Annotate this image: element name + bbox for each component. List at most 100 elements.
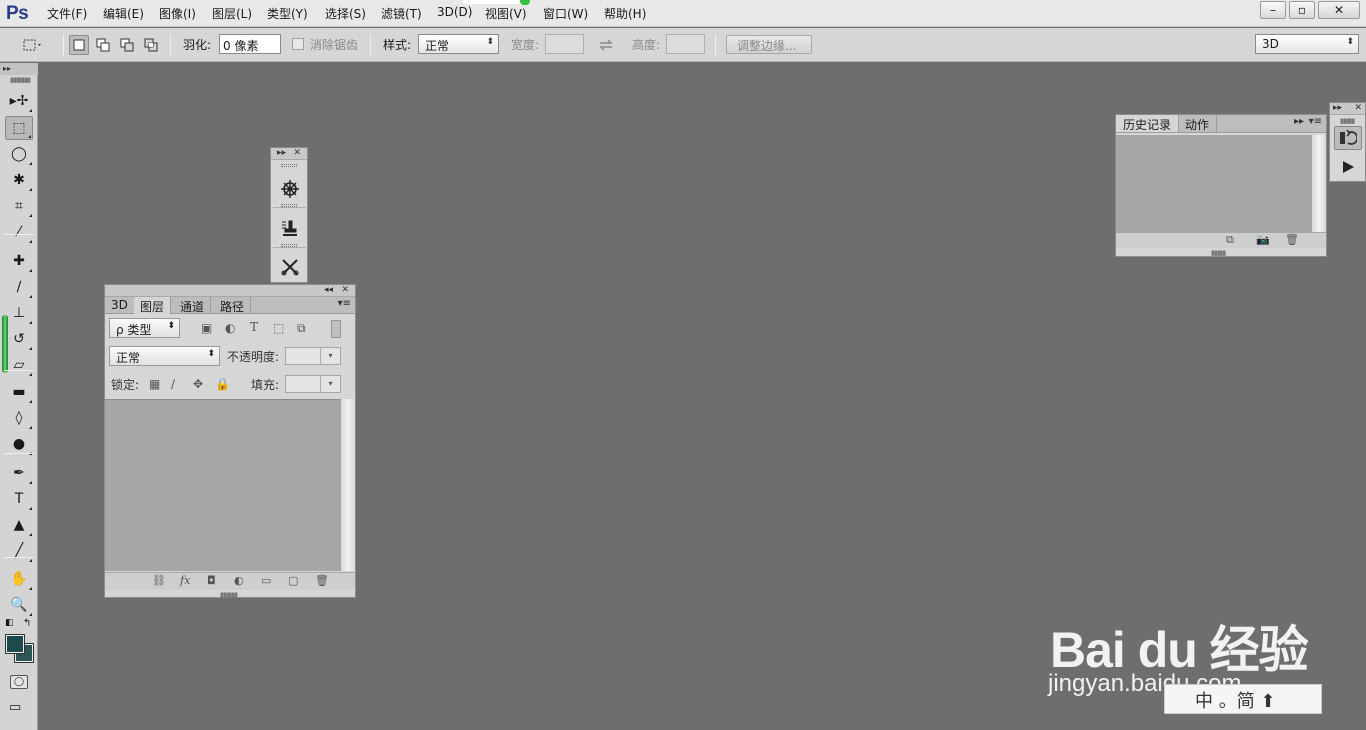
history-brush-tool[interactable]: ↺ — [5, 327, 33, 351]
toolbar-collapse-icon[interactable]: ▸▸ — [0, 63, 38, 75]
pen-tool[interactable]: ✒ — [5, 461, 33, 485]
type-tool[interactable]: T — [5, 487, 33, 511]
tab-paths[interactable]: 路径 — [214, 297, 252, 314]
minimize-button[interactable]: – — [1260, 1, 1286, 19]
tool-preset-picker[interactable] — [22, 35, 42, 55]
actions-dock-button[interactable] — [1334, 155, 1362, 179]
antialias-checkbox[interactable] — [292, 38, 304, 50]
move-tool[interactable]: ▸✢ — [5, 89, 33, 113]
menu-select[interactable]: 选择(S) — [325, 5, 366, 22]
screen-mode-button[interactable]: ▭ — [9, 701, 29, 715]
fx-icon[interactable]: fx — [180, 574, 190, 587]
hand-tool[interactable]: ✋ — [5, 567, 33, 591]
blend-mode-select[interactable]: 正常 ⬍ — [109, 346, 220, 366]
new-group-icon[interactable]: ▭ — [261, 574, 271, 587]
layers-list[interactable] — [105, 399, 341, 571]
tab-3d[interactable]: 3D — [105, 297, 135, 314]
tab-layers[interactable]: 图层 — [134, 297, 172, 314]
blur-tool[interactable]: ◊ — [5, 406, 33, 430]
grip[interactable] — [281, 164, 297, 167]
grip[interactable] — [281, 244, 297, 247]
menu-3d[interactable]: 3D(D) — [437, 5, 472, 19]
grip[interactable] — [281, 204, 297, 207]
collapse-icon[interactable]: ◂◂ — [324, 285, 333, 296]
add-mask-icon[interactable]: ◘ — [207, 574, 216, 587]
lock-transparency-icon[interactable]: ▦ — [149, 377, 160, 391]
adjustment-filter-icon[interactable]: ◐ — [225, 321, 235, 335]
clone-stamp-tool[interactable]: ⊥ — [5, 301, 33, 325]
toolbar-grip[interactable]: ▮▮▮▮▮▮▮ — [10, 76, 31, 84]
crop-tool[interactable]: ⌗ — [5, 194, 33, 218]
panel-menu-icon[interactable]: ▾≡ — [1309, 116, 1322, 127]
filter-toggle[interactable] — [331, 320, 341, 338]
rect-marquee-tool[interactable]: ⬚ — [5, 116, 33, 140]
restore-button[interactable]: ▫ — [1289, 1, 1315, 19]
delete-layer-icon[interactable]: 🗑 — [315, 574, 329, 587]
opacity-input[interactable]: ▾ — [285, 347, 341, 365]
scrollbar[interactable] — [341, 399, 355, 571]
eyedropper-tool[interactable]: ⁄ — [5, 220, 33, 244]
expand-icon[interactable]: ▸▸ — [277, 148, 286, 159]
intersect-selection-button[interactable] — [141, 35, 161, 55]
gradient-tool[interactable]: ▬ — [5, 380, 33, 404]
history-list[interactable] — [1116, 135, 1312, 232]
zoom-tool[interactable]: 🔍 — [5, 593, 33, 617]
add-selection-button[interactable] — [93, 35, 113, 55]
eraser-tool[interactable]: ▱ — [5, 353, 33, 377]
refine-edge-button[interactable]: 调整边缘... — [726, 35, 812, 54]
adjustment-layer-icon[interactable]: ◐ — [234, 574, 244, 587]
fill-input[interactable]: ▾ — [285, 375, 341, 393]
expand-icon[interactable]: ▸▸ — [1333, 103, 1342, 114]
line-tool[interactable]: ╱ — [5, 539, 33, 563]
lock-all-icon[interactable]: 🔒 — [215, 377, 230, 391]
subtract-selection-button[interactable] — [117, 35, 137, 55]
lasso-tool[interactable]: ◯ — [5, 142, 33, 166]
menu-view[interactable]: 视图(V) — [485, 5, 527, 22]
resize-grip[interactable]: ▮▮▮▮▮ — [1211, 249, 1226, 257]
clone-source-button[interactable] — [273, 210, 306, 248]
style-select[interactable]: 正常 ⬍ — [418, 34, 499, 54]
menu-window[interactable]: 窗口(W) — [543, 5, 588, 22]
menu-edit[interactable]: 编辑(E) — [103, 5, 144, 22]
panel-menu-icon[interactable]: ▾≡ — [338, 298, 351, 309]
lock-position-icon[interactable]: ✥ — [193, 377, 203, 391]
menu-file[interactable]: 文件(F) — [47, 5, 87, 22]
menu-layer[interactable]: 图层(L) — [212, 5, 252, 22]
kind-filter-select[interactable]: ρ 类型 ⬍ — [109, 318, 180, 338]
quick-mask-button[interactable]: ◯ — [10, 675, 28, 689]
close-icon[interactable]: ✕ — [1354, 103, 1362, 114]
magic-wand-tool[interactable]: ✱ — [5, 168, 33, 192]
menu-image[interactable]: 图像(I) — [159, 5, 196, 22]
scrollbar[interactable] — [1312, 135, 1326, 232]
healing-brush-tool[interactable]: ✚ — [5, 249, 33, 273]
close-button[interactable]: ✕ — [1318, 1, 1360, 19]
tab-channels[interactable]: 通道 — [174, 297, 212, 314]
grip[interactable]: ▮▮▮▮▮ — [1340, 117, 1355, 125]
lock-pixels-icon[interactable]: ∕ — [171, 377, 175, 391]
default-colors-icon[interactable]: ◧ — [5, 618, 14, 628]
history-dock-button[interactable] — [1334, 126, 1362, 150]
delete-state-icon[interactable]: 🗑 — [1285, 233, 1299, 246]
workspace-select[interactable]: 3D ⬍ — [1255, 34, 1359, 54]
feather-input[interactable]: 0 像素 — [219, 34, 281, 54]
new-layer-icon[interactable]: ▢ — [288, 574, 298, 587]
new-selection-button[interactable] — [69, 35, 89, 55]
menu-filter[interactable]: 滤镜(T) — [381, 5, 422, 22]
tab-actions[interactable]: 动作 — [1178, 115, 1218, 132]
type-filter-icon[interactable]: T — [250, 320, 258, 334]
height-input[interactable] — [666, 34, 705, 54]
new-document-from-state-icon[interactable]: ⧉ — [1226, 233, 1234, 247]
pixel-filter-icon[interactable]: ▣ — [201, 321, 212, 335]
expand-icon[interactable]: ▸▸ — [1294, 116, 1304, 127]
link-layers-icon[interactable]: ⛓ — [152, 574, 166, 587]
path-selection-tool[interactable]: ▲ — [5, 513, 33, 537]
close-icon[interactable]: ✕ — [293, 148, 301, 159]
swap-colors-icon[interactable]: ↰ — [23, 618, 31, 629]
resize-grip[interactable]: ▮▮▮▮▮▮ — [220, 591, 238, 599]
tab-history[interactable]: 历史记录 — [1116, 115, 1180, 132]
close-icon[interactable]: ✕ — [341, 285, 349, 296]
3d-scene-button[interactable] — [273, 170, 306, 208]
smart-object-filter-icon[interactable]: ⧉ — [297, 321, 306, 336]
menu-type[interactable]: 类型(Y) — [267, 5, 308, 22]
foreground-color-swatch[interactable] — [5, 634, 25, 654]
